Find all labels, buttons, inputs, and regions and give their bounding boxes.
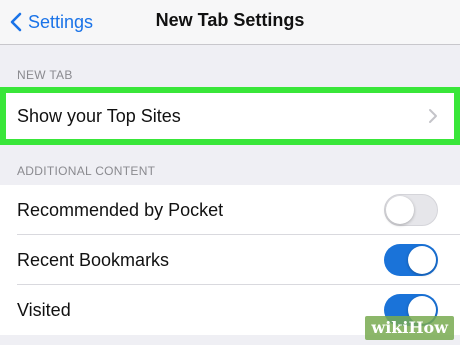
- section-header-new-tab: NEW TAB: [17, 68, 73, 82]
- toggle-knob: [408, 246, 436, 274]
- pocket-label: Recommended by Pocket: [17, 200, 224, 220]
- top-sites-row[interactable]: Show your Top Sites: [6, 93, 454, 139]
- chevron-right-icon: [429, 109, 437, 123]
- pocket-toggle[interactable]: [384, 194, 438, 226]
- section-header-additional-content: ADDITIONAL CONTENT: [17, 164, 156, 178]
- recent-bookmarks-row: Recent Bookmarks: [0, 235, 460, 285]
- pocket-row: Recommended by Pocket: [0, 185, 460, 235]
- page-title: New Tab Settings: [155, 10, 305, 30]
- visited-label: Visited: [17, 300, 71, 320]
- recent-bookmarks-toggle[interactable]: [384, 244, 438, 276]
- recent-bookmarks-label: Recent Bookmarks: [17, 250, 170, 270]
- navigation-bar: Settings New Tab Settings: [0, 0, 460, 45]
- toggle-knob: [386, 196, 414, 224]
- top-sites-label: Show your Top Sites: [17, 106, 181, 126]
- wikihow-watermark: wikiHow: [365, 316, 454, 340]
